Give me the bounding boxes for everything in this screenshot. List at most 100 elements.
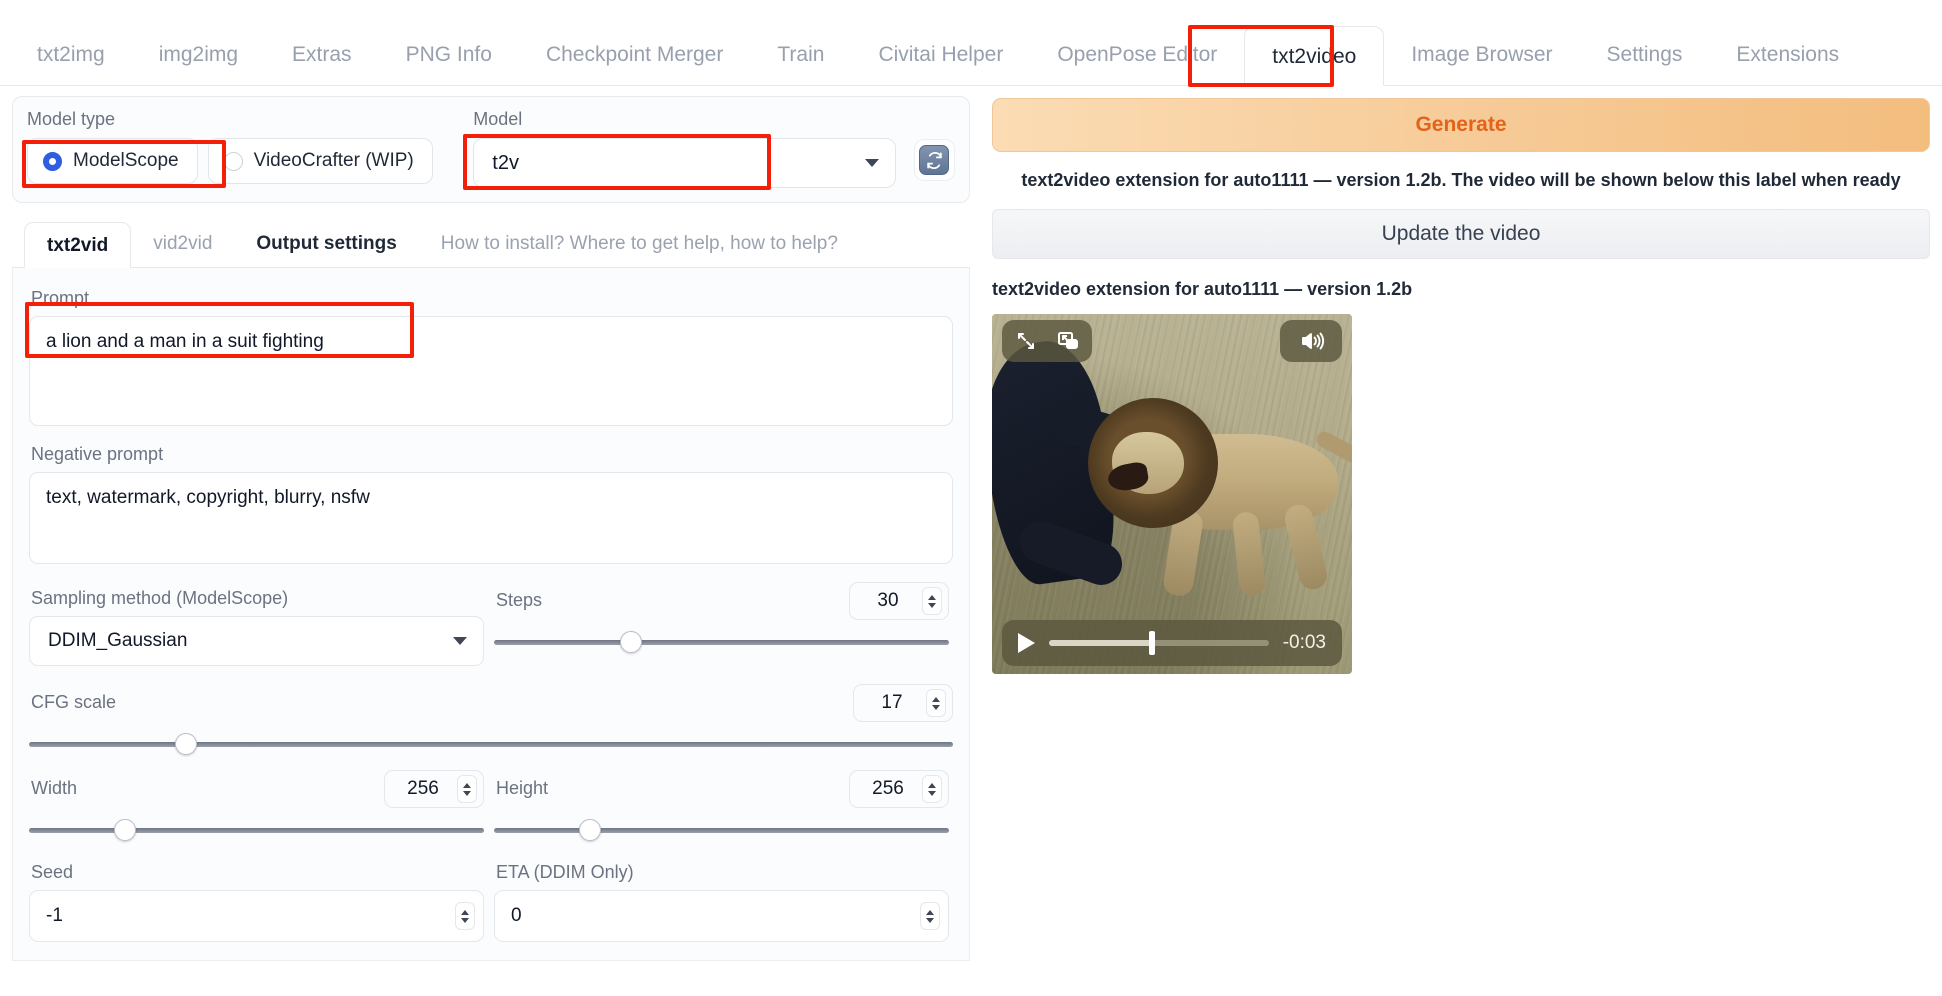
video-volume-control[interactable] xyxy=(1280,320,1342,362)
model-dropdown-value: t2v xyxy=(492,151,519,174)
chevron-down-icon xyxy=(864,159,879,167)
tab-settings[interactable]: Settings xyxy=(1580,25,1710,85)
generate-button-label: Generate xyxy=(1415,113,1507,136)
update-video-label: Update the video xyxy=(1381,222,1541,245)
steps-stepper[interactable] xyxy=(922,587,942,615)
prompt-input[interactable]: a lion and a man in a suit fighting xyxy=(29,316,953,426)
height-label-row: Height 256 xyxy=(494,770,949,808)
steps-number-input[interactable]: 30 xyxy=(849,582,949,620)
eta-label: ETA (DDIM Only) xyxy=(496,862,634,882)
txt2vid-form: Prompt a lion and a man in a suit fighti… xyxy=(12,268,970,961)
tab-civitai-helper[interactable]: Civitai Helper xyxy=(851,25,1030,85)
tab-img2img[interactable]: img2img xyxy=(132,25,265,85)
tab-extras[interactable]: Extras xyxy=(265,25,379,85)
cfg-slider-knob[interactable] xyxy=(175,733,198,755)
eta-stepper[interactable] xyxy=(920,902,940,930)
width-label: Width xyxy=(31,778,78,798)
tab-train[interactable]: Train xyxy=(750,25,851,85)
radio-selected-icon xyxy=(43,151,62,171)
width-stepper[interactable] xyxy=(457,775,477,803)
seed-stepper[interactable] xyxy=(455,902,475,930)
radio-modelscope-label: ModelScope xyxy=(73,150,179,171)
page-body: Model type ModelScope VideoCrafter (WIP) xyxy=(0,86,1942,996)
width-slider[interactable] xyxy=(29,819,484,841)
tab-txt2video[interactable]: txt2video xyxy=(1244,26,1385,86)
width-label-row: Width 256 xyxy=(29,770,484,808)
tab-openpose-editor[interactable]: OpenPose Editor xyxy=(1030,25,1244,85)
steps-label: Steps xyxy=(496,590,543,610)
sampling-method-value: DDIM_Gaussian xyxy=(48,630,188,651)
cfg-stepper[interactable] xyxy=(926,689,946,717)
tab-txt2img[interactable]: txt2img xyxy=(10,25,132,85)
chevron-down-icon xyxy=(453,637,467,645)
model-label: Model xyxy=(473,109,523,129)
width-group: Width 256 xyxy=(29,770,484,841)
main-tab-bar: txt2img img2img Extras PNG Info Checkpoi… xyxy=(0,0,1942,86)
model-type-label: Model type xyxy=(27,109,116,129)
cfg-slider-track xyxy=(29,742,953,747)
refresh-icon xyxy=(919,145,950,175)
sampling-method-group: Sampling method (ModelScope) DDIM_Gaussi… xyxy=(29,582,484,666)
video-top-controls xyxy=(1002,320,1092,362)
seed-value: -1 xyxy=(46,905,63,926)
height-slider-track xyxy=(494,828,949,833)
inner-tab-bar: txt2vid vid2vid Output settings How to i… xyxy=(12,221,970,268)
sampling-method-label: Sampling method (ModelScope) xyxy=(31,588,289,608)
cfg-number-input[interactable]: 17 xyxy=(853,684,953,722)
inner-tab-vid2vid[interactable]: vid2vid xyxy=(131,221,234,267)
tab-png-info[interactable]: PNG Info xyxy=(379,25,519,85)
tab-checkpoint-merger[interactable]: Checkpoint Merger xyxy=(519,25,750,85)
seed-group: Seed -1 xyxy=(29,856,484,942)
inner-tab-output-settings[interactable]: Output settings xyxy=(234,221,418,267)
steps-slider-knob[interactable] xyxy=(619,631,642,653)
video-seek-handle[interactable] xyxy=(1149,631,1156,655)
model-dropdown[interactable]: t2v xyxy=(473,138,896,188)
inner-tab-how-to-install[interactable]: How to install? Where to get help, how t… xyxy=(419,221,860,267)
steps-value: 30 xyxy=(877,590,899,611)
picture-in-picture-icon[interactable] xyxy=(1056,329,1080,353)
eta-group: ETA (DDIM Only) 0 xyxy=(494,856,949,942)
seed-input[interactable]: -1 xyxy=(29,890,484,942)
steps-group: Steps 30 xyxy=(494,582,949,653)
sampling-steps-row: Sampling method (ModelScope) DDIM_Gaussi… xyxy=(29,582,953,666)
cfg-label: CFG scale xyxy=(31,692,117,712)
play-icon[interactable] xyxy=(1018,633,1035,653)
radio-modelscope[interactable]: ModelScope xyxy=(27,138,198,184)
radio-videocrafter-label: VideoCrafter (WIP) xyxy=(253,150,414,171)
fullscreen-icon[interactable] xyxy=(1014,329,1038,353)
dimensions-row: Width 256 Height 256 xyxy=(29,770,953,841)
update-video-button[interactable]: Update the video xyxy=(992,209,1930,259)
eta-input[interactable]: 0 xyxy=(494,890,949,942)
inner-tab-txt2vid[interactable]: txt2vid xyxy=(24,222,132,268)
steps-slider-track xyxy=(494,640,949,645)
tab-image-browser[interactable]: Image Browser xyxy=(1384,25,1579,85)
refresh-models-button[interactable] xyxy=(913,139,955,181)
video-time-remaining: -0:03 xyxy=(1282,632,1326,653)
negative-prompt-input[interactable]: text, watermark, copyright, blurry, nsfw xyxy=(29,472,953,564)
height-slider-knob[interactable] xyxy=(578,819,601,841)
cfg-value: 17 xyxy=(881,692,903,713)
height-number-input[interactable]: 256 xyxy=(849,770,949,808)
volume-icon xyxy=(1299,329,1325,353)
negative-prompt-label: Negative prompt xyxy=(31,444,164,464)
height-slider[interactable] xyxy=(494,819,949,841)
tab-extensions[interactable]: Extensions xyxy=(1709,25,1866,85)
radio-videocrafter[interactable]: VideoCrafter (WIP) xyxy=(207,138,433,184)
generate-button[interactable]: Generate xyxy=(992,98,1930,152)
steps-slider[interactable] xyxy=(494,631,949,653)
height-group: Height 256 xyxy=(494,770,949,841)
width-slider-knob[interactable] xyxy=(113,819,136,841)
sampling-method-dropdown[interactable]: DDIM_Gaussian xyxy=(29,616,484,666)
model-type-group: Model type ModelScope VideoCrafter (WIP) xyxy=(27,109,459,184)
height-label: Height xyxy=(496,778,549,798)
width-number-input[interactable]: 256 xyxy=(384,770,484,808)
eta-value: 0 xyxy=(511,905,522,926)
video-seek-slider[interactable] xyxy=(1049,631,1269,655)
radio-unselected-icon xyxy=(223,151,243,171)
cfg-slider[interactable] xyxy=(29,733,953,755)
video-player[interactable]: -0:03 xyxy=(992,314,1352,674)
steps-label-row: Steps 30 xyxy=(494,582,949,620)
width-slider-track xyxy=(29,828,484,833)
height-stepper[interactable] xyxy=(922,775,942,803)
text2video-app: txt2img img2img Extras PNG Info Checkpoi… xyxy=(0,0,1942,996)
